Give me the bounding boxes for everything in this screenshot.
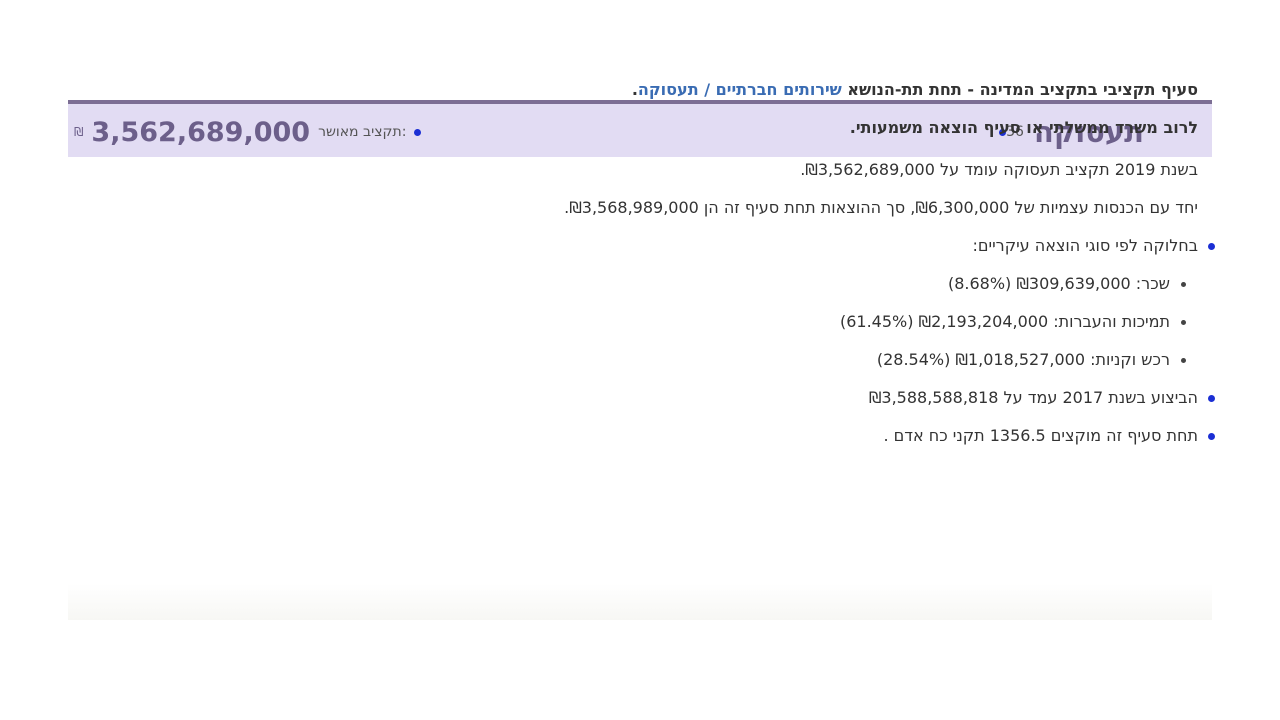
execution-2017-text: הביצוע בשנת 2017 עמד על ₪3,588,588,818 bbox=[868, 388, 1198, 407]
breakdown-title: בחלוקה לפי סוגי הוצאה עיקריים: bbox=[972, 236, 1198, 255]
list-item: בחלוקה לפי סוגי הוצאה עיקריים: שכר: ₪309… bbox=[298, 236, 1215, 370]
budget-2019-text: בשנת 2019 תקציב תעסוקה עומד על ₪3,562,68… bbox=[800, 160, 1198, 179]
list-item: רכש וקניות: ₪1,018,527,000 (28.54%) bbox=[298, 350, 1186, 370]
breakdown-list: שכר: ₪309,639,000 (8.68%) תמיכות והעברות… bbox=[298, 274, 1198, 370]
headcount-text: תחת סעיף זה מוקצים 1356.5 תקני כח אדם . bbox=[883, 426, 1198, 445]
bullet-icon bbox=[1208, 433, 1215, 440]
breakdown-salary: שכר: ₪309,639,000 (8.68%) bbox=[947, 274, 1170, 293]
approved-budget-amount: 3,562,689,000 bbox=[91, 116, 311, 148]
breakdown-support: תמיכות והעברות: ₪2,193,204,000 (61.45%) bbox=[839, 312, 1170, 331]
intro-line-2: לרוב משרד ממשלתי או סעיף הוצאה משמעותי. bbox=[849, 118, 1198, 137]
list-item: שכר: ₪309,639,000 (8.68%) bbox=[298, 274, 1186, 294]
list-item: תמיכות והעברות: ₪2,193,204,000 (61.45%) bbox=[298, 312, 1186, 332]
card-content: סעיף תקציבי בתקציב המדינה - תחת תת-הנושא… bbox=[298, 80, 1215, 464]
intro-line-1: סעיף תקציבי בתקציב המדינה - תחת תת-הנושא… bbox=[298, 80, 1198, 100]
intro-prefix: סעיף תקציבי בתקציב המדינה - תחת תת-הנושא bbox=[841, 80, 1198, 99]
bullet-icon bbox=[1181, 358, 1186, 363]
currency-symbol: ₪ bbox=[74, 125, 84, 139]
bullet-icon bbox=[1208, 243, 1215, 250]
bullet-icon bbox=[1208, 395, 1215, 402]
list-item: הביצוע בשנת 2017 עמד על ₪3,588,588,818 bbox=[298, 388, 1215, 408]
bullet-icon bbox=[1181, 320, 1186, 325]
breakdown-procurement: רכש וקניות: ₪1,018,527,000 (28.54%) bbox=[876, 350, 1170, 369]
total-expenses-text: יחד עם הכנסות עצמיות של ₪6,300,000, סך ה… bbox=[564, 198, 1198, 217]
list-item: תחת סעיף זה מוקצים 1356.5 תקני כח אדם . bbox=[298, 426, 1215, 446]
subject-link[interactable]: שירותים חברתיים / תעסוקה bbox=[638, 80, 842, 99]
bullet-icon bbox=[1181, 282, 1186, 287]
summary-list: בחלוקה לפי סוגי הוצאה עיקריים: שכר: ₪309… bbox=[298, 236, 1215, 446]
